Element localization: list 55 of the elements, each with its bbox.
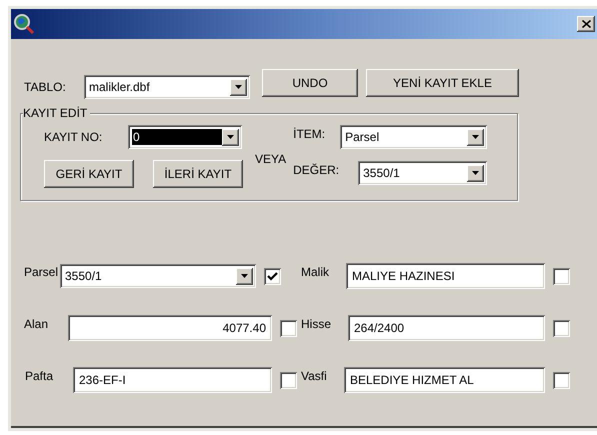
checkbox[interactable] bbox=[280, 320, 297, 336]
globe-magnifier-icon bbox=[13, 13, 35, 35]
caret-down-icon bbox=[235, 85, 242, 89]
or-label: VEYA bbox=[255, 150, 286, 168]
caret-down-icon bbox=[241, 274, 248, 278]
text-field[interactable]: 236-EF-I bbox=[73, 367, 272, 393]
text-field[interactable]: MALIYE HAZINESI bbox=[346, 263, 545, 289]
dialog-button[interactable]: UNDO bbox=[262, 69, 358, 97]
field-label: Pafta bbox=[24, 368, 54, 385]
field-value: BELEDIYE HIZMET AL bbox=[350, 372, 474, 389]
dropdown-arrow-button[interactable] bbox=[467, 128, 484, 146]
dropdown-arrow-button[interactable] bbox=[236, 268, 253, 284]
record-no-label: KAYIT NO: bbox=[44, 129, 104, 146]
text-field[interactable]: 264/2400 bbox=[348, 315, 545, 341]
caret-down-icon bbox=[227, 135, 234, 139]
combo-box[interactable]: 3550/1 bbox=[60, 264, 256, 288]
caret-down-icon bbox=[472, 171, 480, 175]
checkbox[interactable] bbox=[553, 372, 570, 388]
check-icon bbox=[267, 272, 278, 280]
dialog-button[interactable]: GERİ KAYIT bbox=[44, 160, 134, 188]
dropdown-arrow-button[interactable] bbox=[467, 164, 484, 182]
field-value: MALIYE HAZINESI bbox=[352, 268, 455, 285]
close-icon bbox=[582, 20, 590, 28]
table-label: TABLO: bbox=[24, 79, 67, 96]
dialog-button[interactable]: YENİ KAYIT EKLE bbox=[366, 69, 519, 97]
combo-value: 3550/1 bbox=[64, 268, 103, 284]
item-combo-box[interactable]: Parsel bbox=[340, 125, 488, 149]
checkbox[interactable] bbox=[553, 268, 570, 284]
field-value: 4077.40 bbox=[222, 320, 266, 337]
field-value: 236-EF-I bbox=[79, 372, 126, 389]
combo-value: 3550/1 bbox=[362, 165, 401, 181]
item-label: İTEM: bbox=[293, 126, 326, 143]
field-value: 264/2400 bbox=[354, 320, 404, 337]
combo-value: Parsel bbox=[344, 129, 380, 145]
checkbox[interactable] bbox=[280, 372, 297, 388]
table-combo-box[interactable]: malikler.dbf bbox=[84, 75, 250, 99]
dropdown-arrow-button[interactable] bbox=[230, 78, 247, 96]
field-label: Malik bbox=[301, 264, 330, 281]
combo-value: malikler.dbf bbox=[88, 79, 151, 95]
record-no-combo-box[interactable]: 0 bbox=[128, 125, 242, 149]
checkbox[interactable] bbox=[264, 268, 281, 284]
value-label: DEĞER: bbox=[293, 162, 340, 179]
field-label: Parsel bbox=[23, 264, 60, 281]
field-label: Hisse bbox=[301, 316, 332, 333]
text-field[interactable]: 4077.40 bbox=[68, 315, 272, 341]
dropdown-arrow-button[interactable] bbox=[222, 128, 239, 146]
checkbox[interactable] bbox=[553, 320, 570, 336]
field-label: Alan bbox=[23, 316, 50, 333]
caret-down-icon bbox=[472, 135, 480, 139]
close-button[interactable] bbox=[577, 16, 595, 32]
combo-value: 0 bbox=[132, 129, 222, 145]
text-field[interactable]: BELEDIYE HIZMET AL bbox=[344, 367, 545, 393]
dialog-button[interactable]: İLERİ KAYIT bbox=[153, 160, 243, 188]
field-label: Vasfi bbox=[301, 368, 328, 385]
value-combo-box[interactable]: 3550/1 bbox=[358, 161, 488, 185]
